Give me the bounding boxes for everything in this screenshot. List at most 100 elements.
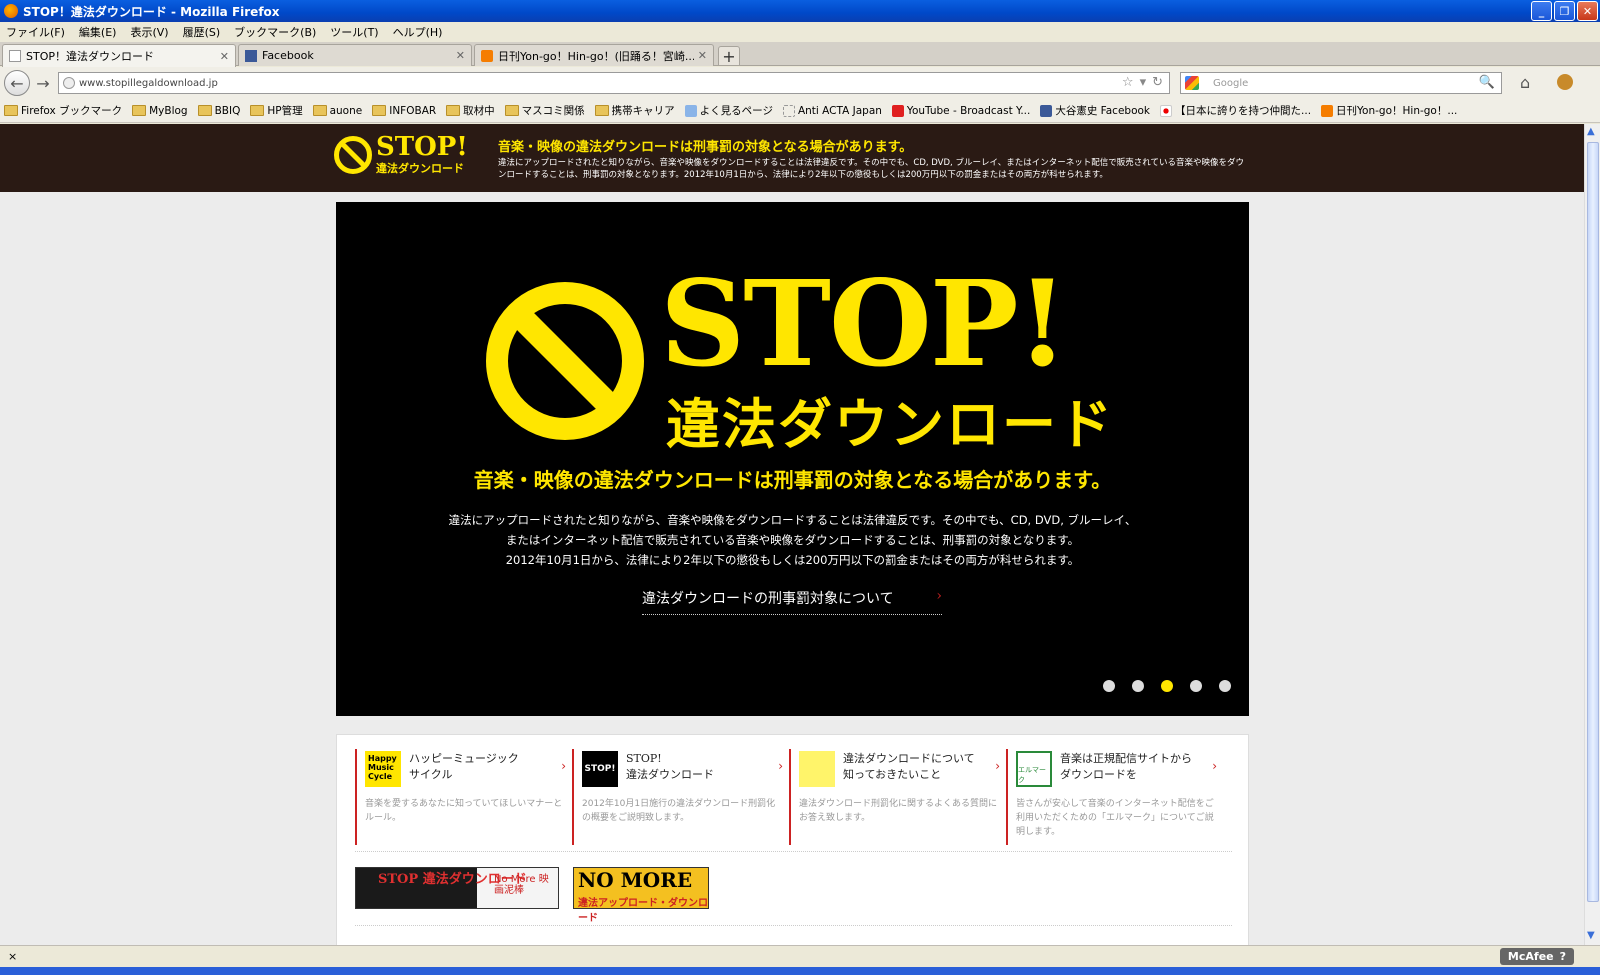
folder-icon	[250, 105, 265, 116]
folder-icon	[197, 105, 212, 116]
menu-edit[interactable]: 編集(E)	[79, 24, 117, 40]
chevron-right-icon: ›	[1212, 759, 1217, 773]
greasemonkey-icon[interactable]	[1557, 74, 1573, 90]
reload-icon[interactable]: ↻	[1152, 75, 1163, 90]
blogger-icon	[1321, 104, 1334, 117]
chevron-right-icon: ›	[778, 759, 783, 773]
slide-dot[interactable]	[1219, 680, 1231, 692]
window-title: STOP！違法ダウンロード - Mozilla Firefox	[23, 4, 280, 19]
bookmark-item[interactable]: auone	[312, 105, 362, 117]
page-icon	[684, 104, 697, 117]
penalty-info-link[interactable]: 違法ダウンロードの刑事罰対象について ›	[642, 588, 942, 615]
bookmark-item[interactable]: Anti ACTA Japan	[782, 104, 882, 117]
minimize-button[interactable]: _	[1531, 1, 1552, 21]
logo-stop-text: STOP!	[376, 132, 468, 162]
tab-stop-illegal-download[interactable]: STOP！違法ダウンロード ✕	[2, 44, 236, 67]
slide-dot-active[interactable]	[1161, 680, 1173, 692]
tab-blog[interactable]: 日刊Yon-go！Hin-go！(旧踊る！宮崎... ✕	[474, 44, 714, 66]
search-placeholder: Google	[1213, 77, 1249, 89]
history-dropdown-icon[interactable]: ▾	[1140, 75, 1147, 90]
happy-music-cycle-icon: Happy Music Cycle	[365, 751, 401, 787]
bookmark-item[interactable]: YouTube - Broadcast Y...	[891, 104, 1030, 117]
new-tab-button[interactable]: +	[718, 46, 740, 66]
bookmark-item[interactable]: マスコミ関係	[504, 103, 585, 118]
status-close-icon[interactable]: ×	[8, 950, 17, 963]
bookmark-star-icon[interactable]: ☆	[1122, 75, 1134, 90]
menu-file[interactable]: ファイル(F)	[6, 24, 65, 40]
hero-body-line: 2012年10月1日から、法律により2年以下の懲役もしくは200万円以下の罰金ま…	[505, 553, 1080, 567]
tab-close-icon[interactable]: ✕	[456, 49, 465, 62]
tab-close-icon[interactable]: ✕	[220, 50, 229, 63]
slide-dot[interactable]	[1103, 680, 1115, 692]
bookmark-item[interactable]: 日刊Yon-go！Hin-go！...	[1321, 103, 1457, 118]
help-icon[interactable]: ?	[1560, 950, 1566, 963]
slider-dots	[1103, 680, 1231, 692]
menu-view[interactable]: 表示(V)	[130, 24, 168, 40]
slide-dot[interactable]	[1190, 680, 1202, 692]
site-identity-icon[interactable]	[63, 77, 75, 89]
faq-illustration-icon	[799, 751, 835, 787]
menu-bookmarks[interactable]: ブックマーク(B)	[234, 24, 316, 40]
tab-label: 日刊Yon-go！Hin-go！(旧踊る！宮崎...	[498, 49, 694, 63]
search-icon[interactable]: 🔍	[1479, 75, 1495, 90]
hero-sub-text: 違法ダウンロード	[666, 393, 1114, 456]
mcafee-addon[interactable]: McAfee ?	[1499, 948, 1574, 965]
bookmark-item[interactable]: Firefox ブックマーク	[4, 103, 122, 118]
card-description: 違法ダウンロード刑罰化に関するよくある質問にお答え致します。	[799, 799, 998, 823]
forward-button[interactable]: →	[32, 72, 54, 94]
bookmark-item[interactable]: 【日本に誇りを持つ仲間た...	[1160, 103, 1311, 118]
menu-help[interactable]: ヘルプ(H)	[393, 24, 443, 40]
banner-sub-text: 違法アップロード・ダウンロード	[578, 898, 708, 924]
google-icon[interactable]	[1185, 76, 1199, 90]
page-content: STOP! 違法ダウンロード 音楽・映像の違法ダウンロードは刑事罰の対象となる場…	[0, 124, 1584, 945]
card-faq[interactable]: 違法ダウンロードについて 知っておきたいこと › 違法ダウンロード刑罰化に関するよ…	[789, 749, 1006, 845]
bookmark-item[interactable]: INFOBAR	[372, 105, 436, 117]
bookmark-item[interactable]: 大谷憲史 Facebook	[1040, 103, 1150, 118]
bookmark-item[interactable]: よく見るページ	[684, 103, 773, 118]
home-icon[interactable]: ⌂	[1520, 73, 1530, 92]
scroll-thumb[interactable]	[1587, 142, 1599, 902]
address-bar[interactable]: www.stopillegaldownload.jp ☆ ▾ ↻	[58, 72, 1170, 94]
slide-dot[interactable]	[1132, 680, 1144, 692]
folder-icon	[132, 105, 147, 116]
hero-headline: 音楽・映像の違法ダウンロードは刑事罰の対象となる場合があります。	[473, 468, 1112, 492]
bookmark-item[interactable]: HP管理	[250, 103, 303, 118]
maximize-button[interactable]: ❐	[1554, 1, 1575, 21]
back-button[interactable]: ←	[4, 70, 30, 96]
chevron-right-icon: ›	[561, 759, 566, 773]
menu-history[interactable]: 履歴(S)	[183, 24, 221, 40]
tab-bar: STOP！違法ダウンロード ✕ Facebook ✕ 日刊Yon-go！Hin-…	[0, 42, 1600, 67]
hero-slider: STOP! 違法ダウンロード 音楽・映像の違法ダウンロードは刑事罰の対象となる場…	[336, 202, 1249, 716]
mcafee-label: McAfee	[1507, 950, 1554, 963]
menu-tools[interactable]: ツール(T)	[330, 24, 378, 40]
bookmark-item[interactable]: MyBlog	[132, 105, 188, 117]
card-happy-music-cycle[interactable]: Happy Music Cycle ハッピーミュージック サイクル › 音楽を愛す…	[355, 749, 572, 845]
banner-headline: 音楽・映像の違法ダウンロードは刑事罰の対象となる場合があります。	[498, 140, 913, 155]
youtube-icon	[891, 104, 904, 117]
site-logo[interactable]: STOP! 違法ダウンロード	[334, 134, 468, 176]
scroll-down-icon[interactable]: ▼	[1587, 930, 1595, 941]
bookmark-item[interactable]: 携帯キャリア	[594, 103, 675, 118]
bookmark-item[interactable]: BBIQ	[197, 105, 240, 117]
close-window-button[interactable]: ✕	[1577, 1, 1598, 21]
card-l-mark[interactable]: エルマーク 音楽は正規配信サイトから ダウンロードを › 皆さんが安心して音楽のイ…	[1006, 749, 1223, 845]
taskbar	[0, 967, 1600, 975]
stop-illegal-download-banner[interactable]: STOP 違法ダウンロード No More 映画泥棒	[355, 867, 559, 909]
tab-facebook[interactable]: Facebook ✕	[238, 44, 472, 66]
vertical-scrollbar[interactable]: ▲ ▼	[1584, 124, 1600, 945]
prohibition-icon	[486, 282, 644, 440]
scroll-up-icon[interactable]: ▲	[1587, 126, 1599, 138]
folder-icon	[504, 105, 519, 116]
url-text: www.stopillegaldownload.jp	[79, 77, 218, 89]
tab-close-icon[interactable]: ✕	[698, 49, 707, 62]
card-stop-illegal-download[interactable]: STOP! STOP! 違法ダウンロード › 2012年10月1日施行の違法ダウン…	[572, 749, 789, 845]
no-more-banner[interactable]: NO MORE 違法アップロード・ダウンロード	[573, 867, 709, 924]
banner-body: 違法にアップロードされたと知りながら、音楽や映像をダウンロードすることは法律違反…	[498, 158, 1245, 180]
firefox-icon	[4, 4, 18, 18]
stop-logo-icon: STOP!	[582, 751, 618, 787]
card-description: 音楽を愛するあなたに知っていてほしいマナーとルール。	[365, 799, 563, 823]
bookmark-item[interactable]: 取材中	[446, 103, 495, 118]
hero-body-line: またはインターネット配信で販売されている音楽や映像をダウンロードすることは、刑事…	[505, 533, 1080, 547]
hero-body-line: 違法にアップロードされたと知りながら、音楽や映像をダウンロードすることは法律違反…	[448, 513, 1137, 527]
search-input[interactable]: Google 🔍	[1180, 72, 1502, 94]
